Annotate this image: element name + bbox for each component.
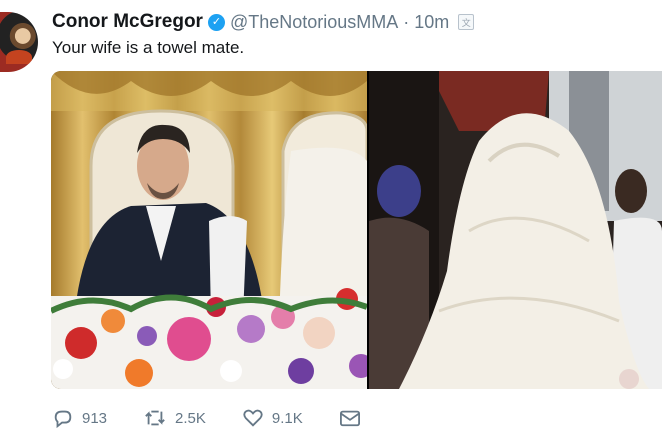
- heart-icon: [242, 407, 264, 429]
- reply-icon: [52, 407, 74, 429]
- author-name[interactable]: Conor McGregor: [52, 11, 203, 33]
- like-button[interactable]: 9.1K: [242, 407, 303, 429]
- envelope-icon: [339, 408, 361, 428]
- photo-groom[interactable]: [51, 71, 367, 389]
- photo-bride[interactable]: [369, 71, 662, 389]
- translate-icon[interactable]: 文: [458, 14, 475, 30]
- verified-badge-icon: ✓: [207, 13, 225, 31]
- tweet-text: Your wife is a towel mate.: [52, 38, 245, 57]
- avatar[interactable]: [0, 12, 38, 72]
- tweet-header: Conor McGregor ✓ @TheNotoriousMMA · 10m …: [52, 10, 475, 34]
- reply-count: 913: [82, 409, 108, 427]
- tweet-actions: 913 2.5K 9.1K: [52, 404, 397, 432]
- tweet-media[interactable]: [51, 71, 662, 389]
- timestamp[interactable]: 10m: [414, 12, 449, 33]
- author-handle[interactable]: @TheNotoriousMMA: [230, 12, 398, 33]
- retweet-count: 2.5K: [175, 409, 206, 427]
- reply-button[interactable]: 913: [52, 407, 107, 429]
- direct-message-button[interactable]: [339, 408, 361, 428]
- separator: ·: [403, 11, 410, 32]
- retweet-icon: [143, 407, 167, 429]
- retweet-button[interactable]: 2.5K: [143, 407, 206, 429]
- like-count: 9.1K: [271, 409, 303, 427]
- tweet-card[interactable]: Conor McGregor ✓ @TheNotoriousMMA · 10m …: [0, 0, 662, 442]
